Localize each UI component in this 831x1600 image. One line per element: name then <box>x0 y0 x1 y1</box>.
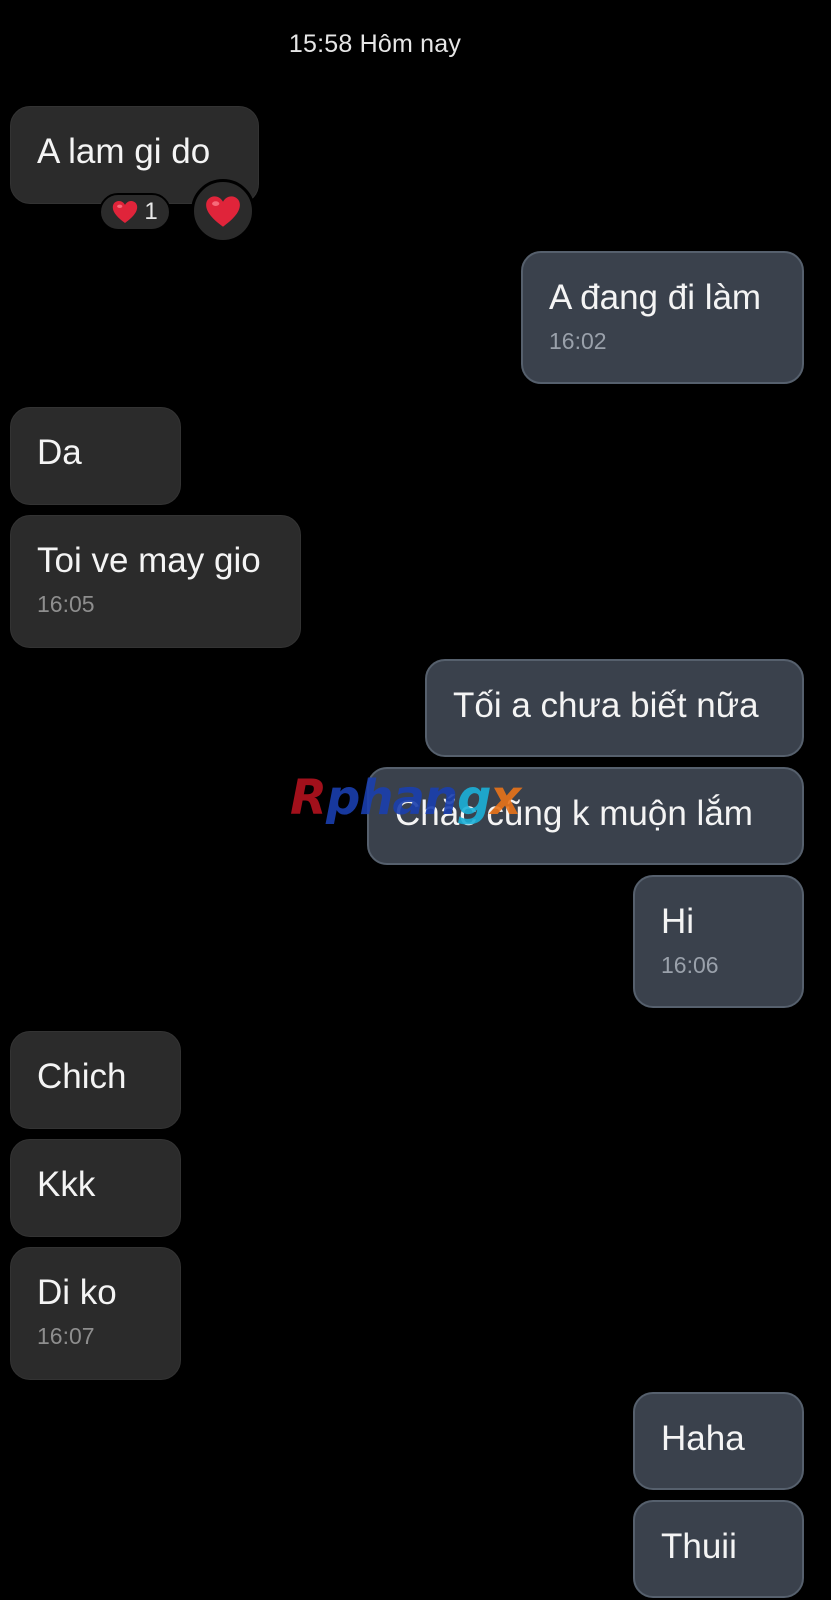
message-text: Hi <box>661 902 695 941</box>
message-text: Chich <box>37 1057 127 1096</box>
message-bubble-outgoing[interactable]: Thuii <box>633 1500 804 1598</box>
message-timestamp: 16:06 <box>661 952 719 978</box>
message-text: A đang đi làm <box>549 278 762 317</box>
message-bubble-outgoing[interactable]: Hi 16:06 <box>633 875 804 1008</box>
message-timestamp: 16:07 <box>37 1323 95 1349</box>
message-text: Chắc cũng k muộn lắm <box>395 794 753 833</box>
message-bubble-outgoing[interactable]: Haha <box>633 1392 804 1490</box>
message-bubble-incoming[interactable]: Di ko 16:07 <box>10 1247 181 1380</box>
message-text: Kkk <box>37 1165 96 1204</box>
heart-reaction-button[interactable] <box>191 179 255 243</box>
date-separator: 15:58 Hôm nay <box>288 30 462 58</box>
message-timestamp: 16:05 <box>37 591 95 617</box>
message-text: Da <box>37 433 82 472</box>
message-text: A lam gi do <box>37 132 211 171</box>
reaction-count: 1 <box>144 198 158 225</box>
message-bubble-outgoing[interactable]: Tối a chưa biết nữa <box>425 659 804 757</box>
message-bubble-outgoing[interactable]: A đang đi làm 16:02 <box>521 251 804 384</box>
reaction-summary[interactable]: 1 <box>99 193 171 231</box>
message-bubble-incoming[interactable]: Da <box>10 407 181 505</box>
message-text: Haha <box>661 1419 745 1458</box>
message-bubble-incoming[interactable]: Toi ve may gio 16:05 <box>10 515 301 648</box>
message-text: Thuii <box>661 1527 737 1566</box>
message-text: Toi ve may gio <box>37 541 261 580</box>
heart-icon <box>112 200 138 224</box>
heart-icon <box>205 195 241 228</box>
message-text: Tối a chưa biết nữa <box>453 686 759 725</box>
message-timestamp: 16:02 <box>549 328 607 354</box>
message-bubble-outgoing[interactable]: Chắc cũng k muộn lắm <box>367 767 804 865</box>
message-bubble-incoming[interactable]: Kkk <box>10 1139 181 1237</box>
message-bubble-incoming[interactable]: Chich <box>10 1031 181 1129</box>
message-text: Di ko <box>37 1273 117 1312</box>
